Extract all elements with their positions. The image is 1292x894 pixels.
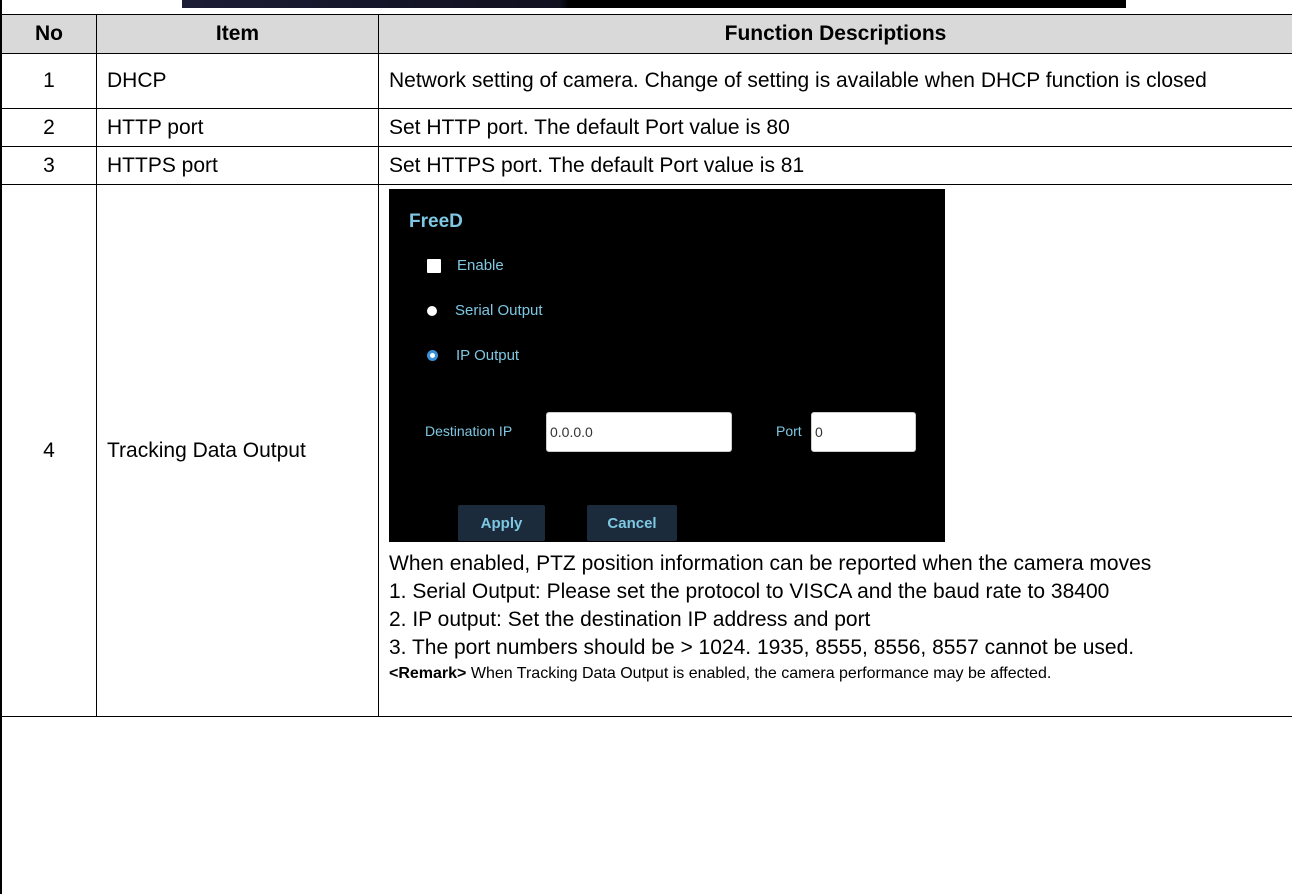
port-input[interactable]: 0 <box>811 412 916 452</box>
remark-text: When Tracking Data Output is enabled, th… <box>466 665 1052 682</box>
destination-ip-label: Destination IP <box>425 423 513 439</box>
table-row: 4 Tracking Data Output FreeD Enable Seri… <box>1 184 1292 717</box>
top-image-strip <box>182 0 1126 8</box>
row-item: HTTP port <box>96 108 379 147</box>
ip-output-option[interactable]: IP Output <box>427 347 519 364</box>
apply-button[interactable]: Apply <box>458 505 545 541</box>
tracking-intro: When enabled, PTZ position information c… <box>389 552 1152 575</box>
row-desc: Network setting of camera. Change of set… <box>378 53 1292 109</box>
header-desc: Function Descriptions <box>378 14 1292 54</box>
remark-tag: <Remark> <box>389 665 467 682</box>
enable-label: Enable <box>457 257 504 274</box>
serial-output-label: Serial Output <box>455 302 543 319</box>
remark-note: <Remark> When Tracking Data Output is en… <box>389 664 1282 684</box>
freed-settings-screenshot: FreeD Enable Serial Output IP Output Des… <box>389 189 945 542</box>
row-desc: Set HTTPS port. The default Port value i… <box>378 146 1292 185</box>
row-desc: Set HTTP port. The default Port value is… <box>378 108 1292 147</box>
header-item: Item <box>96 14 379 54</box>
destination-ip-input[interactable]: 0.0.0.0 <box>546 412 732 452</box>
row-item: Tracking Data Output <box>96 184 379 717</box>
header-no: No <box>1 14 97 54</box>
row-no: 2 <box>1 108 97 147</box>
row-item: HTTPS port <box>96 146 379 185</box>
list-item: 1. Serial Output: Please set the protoco… <box>389 580 1110 603</box>
enable-option[interactable]: Enable <box>427 257 504 274</box>
list-item: 3. The port numbers should be > 1024. 19… <box>389 636 1135 659</box>
row-no: 4 <box>1 184 97 717</box>
cancel-button[interactable]: Cancel <box>587 505 677 541</box>
enable-checkbox[interactable] <box>427 258 441 273</box>
table-row: 1 DHCP Network setting of camera. Change… <box>1 53 1292 109</box>
port-label: Port <box>776 423 802 439</box>
serial-output-radio[interactable] <box>427 305 437 316</box>
function-table: No Item Function Descriptions 1 DHCP Net… <box>1 14 1292 717</box>
tracking-notes: 1. Serial Output: Please set the protoco… <box>389 580 1282 660</box>
header-row: No Item Function Descriptions <box>1 14 1292 54</box>
ip-output-radio[interactable] <box>427 350 438 361</box>
row-desc: FreeD Enable Serial Output IP Output Des… <box>378 184 1292 717</box>
row-no: 1 <box>1 53 97 109</box>
table-row: 2 HTTP port Set HTTP port. The default P… <box>1 108 1292 147</box>
ip-output-label: IP Output <box>456 347 520 364</box>
serial-output-option[interactable]: Serial Output <box>427 302 543 319</box>
table-row: 3 HTTPS port Set HTTPS port. The default… <box>1 146 1292 185</box>
row-item: DHCP <box>96 53 379 109</box>
row-no: 3 <box>1 146 97 185</box>
freed-title: FreeD <box>409 211 463 232</box>
list-item: 2. IP output: Set the destination IP add… <box>389 608 871 631</box>
